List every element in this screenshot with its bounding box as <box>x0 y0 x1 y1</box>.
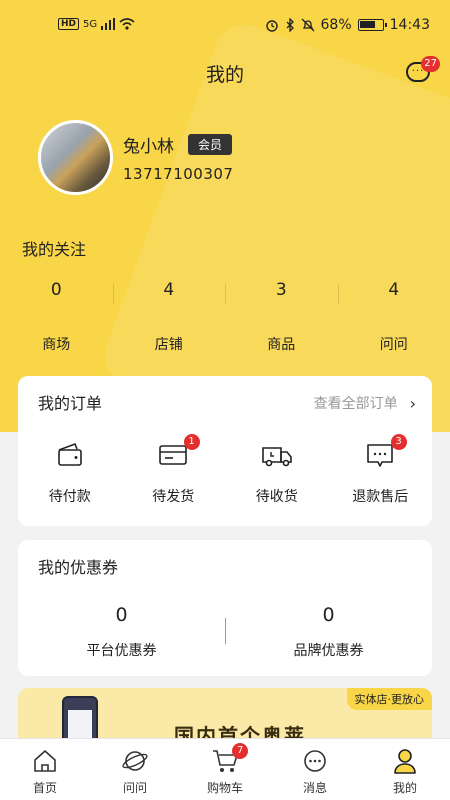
hd-indicator: HD <box>58 18 80 30</box>
brand-coupons[interactable]: 0 品牌优惠券 <box>225 604 432 660</box>
user-icon <box>394 749 416 774</box>
follow-label: 问问 <box>379 337 408 353</box>
follow-products[interactable]: 3 商品 <box>225 280 338 354</box>
profile-section[interactable]: 兔小林 会员 13717100307 <box>38 120 233 195</box>
follow-stores[interactable]: 4 店铺 <box>112 280 226 354</box>
status-bar: HD 5G 68% 14:43 <box>0 0 450 56</box>
order-pending-payment[interactable]: 待付款 <box>18 442 122 506</box>
tab-label: 消息 <box>302 781 327 795</box>
signal-bars-icon <box>101 18 116 30</box>
coupon-count: 0 <box>322 604 335 626</box>
tab-profile[interactable]: 我的 <box>360 739 450 800</box>
coupon-label: 品牌优惠券 <box>293 643 364 659</box>
view-all-orders-link[interactable]: 查看全部订单 › <box>314 393 416 413</box>
page-title: 我的 <box>205 64 244 86</box>
chevron-right-icon: › <box>409 393 416 413</box>
follow-questions[interactable]: 4 问问 <box>337 280 450 354</box>
order-label: 退款售后 <box>352 489 409 505</box>
signal-indicator: 5G <box>83 18 98 30</box>
coupon-count: 0 <box>115 604 128 626</box>
tab-questions[interactable]: 问问 <box>90 739 180 800</box>
coupon-divider <box>225 618 226 644</box>
alarm-icon <box>265 20 278 32</box>
battery-percent: 68% <box>320 17 352 33</box>
truck-icon <box>261 447 292 467</box>
platform-coupons[interactable]: 0 平台优惠券 <box>18 604 225 660</box>
follow-malls[interactable]: 0 商场 <box>0 280 113 354</box>
message-count-badge: 27 <box>421 56 440 72</box>
order-pending-shipment[interactable]: 1 待发货 <box>122 434 226 506</box>
banner-tag: 实体店·更放心 <box>346 688 432 710</box>
follow-count: 3 <box>275 280 287 300</box>
wifi-icon <box>119 18 135 30</box>
pending-shipment-badge: 1 <box>183 434 200 450</box>
after-sales-badge: 3 <box>390 434 407 450</box>
orders-title: 我的订单 <box>38 394 103 413</box>
card-icon <box>159 445 188 465</box>
coupons-title: 我的优惠券 <box>38 558 119 577</box>
user-phone: 13717100307 <box>123 165 234 183</box>
tab-label: 问问 <box>122 781 147 795</box>
order-label: 待付款 <box>48 489 91 505</box>
follow-stats: 0 商场 4 店铺 3 商品 4 问问 <box>0 280 450 354</box>
coupon-label: 平台优惠券 <box>86 643 157 659</box>
coupons-card: 我的优惠券 0 平台优惠券 0 品牌优惠券 <box>18 540 432 676</box>
chat-icon <box>304 750 326 772</box>
bluetooth-icon <box>286 18 294 32</box>
user-name: 兔小林 <box>123 137 174 157</box>
order-pending-receipt[interactable]: 待收货 <box>225 442 329 506</box>
member-badge: 会员 <box>188 134 233 155</box>
view-all-label: 查看全部订单 <box>313 396 398 412</box>
bottom-tab-bar: 首页 问问 7 购物车 消息 我的 <box>0 738 450 800</box>
service-icon <box>367 444 394 467</box>
follow-label: 店铺 <box>154 337 183 353</box>
home-icon <box>34 750 56 772</box>
follow-title: 我的关注 <box>22 240 87 259</box>
mute-icon <box>301 18 314 32</box>
order-label: 待收货 <box>255 489 298 505</box>
tab-label: 我的 <box>392 781 417 795</box>
avatar[interactable] <box>38 120 113 195</box>
battery-icon <box>357 19 387 31</box>
wallet-icon <box>57 442 82 466</box>
orders-card: 我的订单 查看全部订单 › 待付款 1 待发货 待收货 3 退款售后 <box>18 376 432 526</box>
follow-count: 0 <box>50 280 62 300</box>
messages-button[interactable]: ··· 27 <box>406 56 440 88</box>
tab-cart[interactable]: 7 购物车 <box>180 739 270 800</box>
follow-count: 4 <box>163 280 175 300</box>
follow-label: 商品 <box>267 337 296 353</box>
planet-icon <box>122 751 148 771</box>
tab-home[interactable]: 首页 <box>0 739 90 800</box>
profile-info: 兔小林 会员 13717100307 <box>123 132 233 183</box>
follow-count: 4 <box>388 280 400 300</box>
follow-label: 商场 <box>42 337 71 353</box>
tab-messages[interactable]: 消息 <box>270 739 360 800</box>
order-label: 待发货 <box>152 489 195 505</box>
order-after-sales[interactable]: 3 退款售后 <box>329 434 433 506</box>
clock: 14:43 <box>389 17 430 33</box>
tab-label: 首页 <box>32 781 57 795</box>
tab-label: 购物车 <box>206 781 243 795</box>
